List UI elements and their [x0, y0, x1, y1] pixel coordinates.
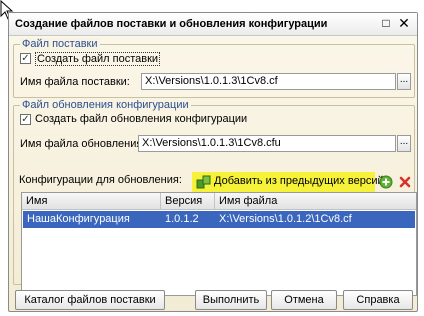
- configs-table[interactable]: Имя Версия Имя файла НашаКонфигурация 1.…: [21, 192, 417, 296]
- cell-name: НашаКонфигурация: [27, 213, 130, 225]
- delivery-file-label: Имя файла поставки:: [20, 76, 130, 88]
- maximize-icon[interactable]: □: [379, 16, 393, 30]
- column-header-name[interactable]: Имя: [22, 193, 161, 210]
- column-header-version[interactable]: Версия: [161, 193, 215, 210]
- cell-file: X:\Versions\1.0.1.2\1Cv8.cf: [219, 213, 352, 225]
- delivery-file-field[interactable]: X:\Versions\1.0.1.3\1Cv8.cf: [141, 73, 396, 90]
- configs-for-update-label: Конфигурации для обновления:: [19, 174, 182, 186]
- update-file-label: Имя файла обновления:: [20, 138, 146, 150]
- cancel-button[interactable]: Отмена: [271, 290, 337, 310]
- title-bar: Создание файлов поставки и обновления ко…: [9, 13, 417, 36]
- update-file-legend: Файл обновления конфигурации: [20, 99, 191, 111]
- run-button[interactable]: Выполнить: [195, 290, 267, 310]
- add-previous-versions-icon[interactable]: [196, 174, 212, 190]
- create-update-checkbox[interactable]: ✓: [20, 114, 31, 125]
- delivery-catalog-button[interactable]: Каталог файлов поставки: [15, 290, 165, 310]
- delivery-file-legend: Файл поставки: [20, 38, 100, 50]
- table-row[interactable]: НашаКонфигурация 1.0.1.2 X:\Versions\1.0…: [23, 211, 415, 228]
- cell-version: 1.0.1.2: [165, 213, 199, 225]
- update-file-field[interactable]: X:\Versions\1.0.1.3\1Cv8.cfu: [138, 135, 396, 152]
- window-title: Создание файлов поставки и обновления ко…: [15, 18, 328, 30]
- dialog-window: Создание файлов поставки и обновления ко…: [8, 12, 418, 312]
- delete-icon[interactable]: [398, 175, 412, 189]
- delivery-browse-button[interactable]: ...: [397, 73, 411, 90]
- close-icon[interactable]: ✕: [397, 16, 411, 30]
- column-header-file[interactable]: Имя файла: [215, 193, 416, 210]
- delivery-file-group: Файл поставки ✓ Создать файл поставки Им…: [13, 38, 415, 98]
- create-delivery-label: Создать файл поставки: [35, 52, 161, 66]
- update-browse-button[interactable]: ...: [397, 135, 411, 152]
- add-icon[interactable]: [379, 175, 393, 189]
- create-delivery-checkbox[interactable]: ✓: [20, 53, 31, 64]
- create-update-label: Создать файл обновления конфигурации: [35, 113, 248, 125]
- add-previous-versions-button[interactable]: Добавить из предыдущих версий: [214, 175, 384, 187]
- help-button[interactable]: Справка: [343, 290, 413, 310]
